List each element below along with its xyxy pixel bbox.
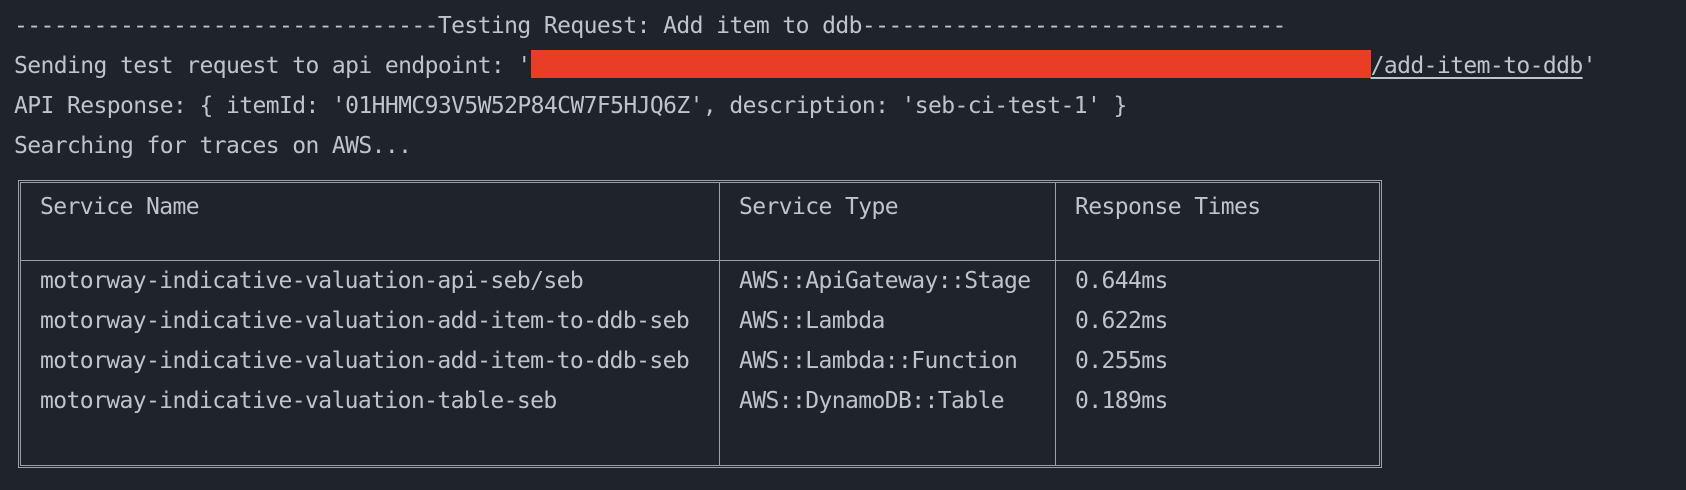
table-row-2-service-name: motorway-indicative-valuation-add-item-t… bbox=[40, 308, 690, 334]
header-service-name: Service Name bbox=[40, 194, 200, 220]
table-row-1-service-type: AWS::ApiGateway::Stage bbox=[739, 268, 1031, 294]
table-row-3-service-name: motorway-indicative-valuation-add-item-t… bbox=[40, 348, 690, 374]
table-row-3-service-type: AWS::Lambda::Function bbox=[739, 348, 1018, 374]
table-row-4-service-type: AWS::DynamoDB::Table bbox=[739, 388, 1005, 414]
column-divider bbox=[1055, 183, 1056, 465]
terminal-output: --------------------------------Testing … bbox=[14, 6, 1674, 166]
header-service-type: Service Type bbox=[739, 194, 899, 220]
sending-request-line: Sending test request to api endpoint: ' /… bbox=[14, 46, 1674, 86]
sending-suffix: ' bbox=[1582, 53, 1597, 79]
column-divider bbox=[719, 183, 720, 465]
sending-prefix: Sending test request to api endpoint: ' bbox=[14, 53, 531, 79]
header-response-times: Response Times bbox=[1075, 194, 1261, 220]
table-row-2-response-time: 0.622ms bbox=[1075, 308, 1168, 334]
table-row-4-response-time: 0.189ms bbox=[1075, 388, 1168, 414]
table-row-2-service-type: AWS::Lambda bbox=[739, 308, 885, 334]
table-row-1-service-name: motorway-indicative-valuation-api-seb/se… bbox=[40, 268, 584, 294]
table-row-3-response-time: 0.255ms bbox=[1075, 348, 1168, 374]
api-response-line: API Response: { itemId: '01HHMC93V5W52P8… bbox=[14, 93, 1127, 119]
table-row-4-service-name: motorway-indicative-valuation-table-seb bbox=[40, 388, 557, 414]
traces-table: Service Name Service Type Response Times… bbox=[18, 180, 1382, 468]
searching-line: Searching for traces on AWS... bbox=[14, 133, 412, 159]
header-line: --------------------------------Testing … bbox=[14, 13, 1286, 39]
endpoint-link[interactable]: /add-item-to-ddb bbox=[1371, 53, 1584, 79]
table-row-1-response-time: 0.644ms bbox=[1075, 268, 1168, 294]
redacted-endpoint bbox=[530, 50, 1371, 78]
